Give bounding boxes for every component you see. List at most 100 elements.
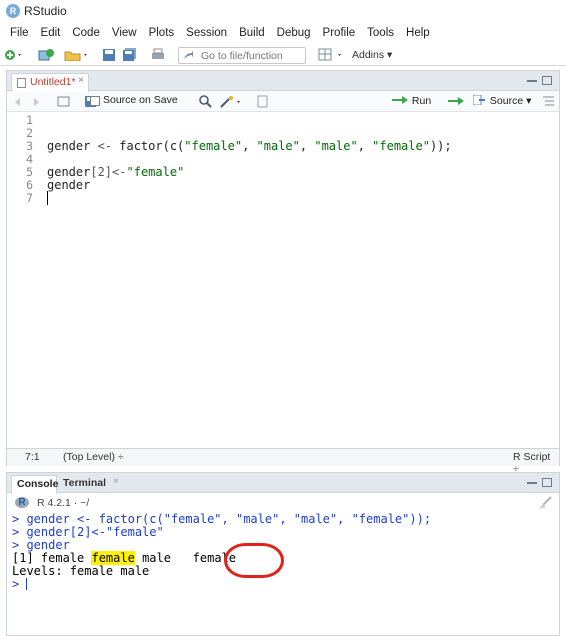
code-token: , [299, 139, 315, 153]
console-output-line: Levels: female male [12, 564, 150, 578]
line-number: 5 [26, 165, 33, 179]
highlighted-text: female [91, 551, 135, 565]
compile-report-icon[interactable] [257, 95, 269, 108]
tab-untitled1[interactable]: Untitled1* × [11, 73, 89, 92]
goto-placeholder: Go to file/function [201, 50, 283, 62]
workspace-panes-icon[interactable] [318, 48, 346, 61]
document-outline-icon[interactable] [543, 96, 555, 109]
line-number: 7 [26, 191, 33, 205]
new-project-icon[interactable] [38, 48, 56, 61]
scope-selector[interactable]: (Top Level) ÷ [63, 451, 124, 463]
console-input-line: > gender [12, 538, 70, 552]
open-file-icon[interactable] [64, 48, 92, 61]
maximize-pane-icon[interactable] [542, 478, 552, 487]
console-tab-bar: Console Terminal × [7, 473, 559, 494]
search-icon[interactable] [199, 95, 213, 108]
editor-status-bar: 7:1 (Top Level) ÷ R Script ÷ [7, 448, 559, 475]
code-string: "male" [314, 139, 358, 153]
source-on-save-label: Source on Save [103, 94, 178, 106]
code-tools-wand-icon[interactable] [219, 95, 245, 108]
checkbox-icon[interactable] [90, 96, 100, 106]
code-token: , [242, 139, 257, 153]
menu-edit[interactable]: Edit [35, 24, 67, 44]
console-info-bar: R R 4.2.1 · ~/ [7, 494, 559, 512]
console-output[interactable]: > gender <- factor(c("female", "male", "… [7, 512, 559, 636]
source-on-save-checkbox[interactable]: Source on Save [90, 94, 178, 106]
menu-help[interactable]: Help [400, 24, 436, 44]
code-token: [2] [90, 165, 113, 179]
console-prompt[interactable]: > [12, 577, 28, 591]
source-arrow-icon [472, 94, 485, 106]
line-number: 4 [26, 152, 33, 166]
code-line-3: gender <- factor(c("female", "male", "ma… [47, 139, 452, 153]
line-number: 3 [26, 139, 33, 153]
main-toolbar: Go to file/function Addins ▾ [0, 44, 566, 66]
console-text: "male", "female")); [286, 512, 432, 526]
r-file-icon [17, 78, 26, 88]
save-all-icon[interactable] [122, 48, 138, 61]
goto-file-input[interactable]: Go to file/function [178, 47, 306, 64]
line-number: 1 [26, 113, 33, 127]
console-text: "male", [235, 512, 287, 526]
console-input-line: > gender[2]<-"female" [12, 525, 164, 539]
maximize-pane-icon[interactable] [542, 76, 552, 85]
menu-code[interactable]: Code [66, 24, 106, 44]
code-string: "male" [256, 139, 300, 153]
code-string: "female" [184, 139, 243, 153]
menu-build[interactable]: Build [233, 24, 271, 44]
code-string: "female" [372, 139, 430, 153]
menu-file[interactable]: File [4, 24, 35, 44]
app-title: RStudio [24, 4, 67, 18]
show-in-window-icon[interactable] [57, 96, 71, 109]
code-token: <- [112, 165, 127, 179]
menu-debug[interactable]: Debug [271, 24, 317, 44]
tab-untitled1-label: Untitled1* [30, 76, 76, 88]
rstudio-logo-icon: R [6, 4, 20, 18]
tab-console[interactable]: Console [11, 475, 58, 494]
new-file-icon[interactable] [4, 48, 24, 61]
console-input-line: > gender <- factor(c("female", "male", "… [12, 512, 431, 526]
addins-button[interactable]: Addins ▾ [352, 49, 392, 61]
print-icon[interactable] [150, 48, 166, 61]
code-line-6: gender [47, 178, 91, 192]
clear-console-broom-icon[interactable] [537, 496, 553, 509]
console-pane: Console Terminal × R R 4.2.1 · ~/ > gend… [6, 472, 560, 636]
menu-bar: File Edit Code View Plots Session Build … [0, 24, 566, 44]
code-token: gender [47, 139, 98, 153]
code-token: gender [47, 165, 91, 179]
source-label: Source [489, 95, 524, 107]
source-editor-pane: Untitled1* × Source on Save Run Source ▾… [6, 70, 560, 475]
source-button[interactable]: Source ▾ [472, 94, 531, 107]
title-bar: R RStudio [0, 0, 566, 22]
code-editor[interactable]: 1 2 3 4 5 6 7 gender <- factor(c("female… [7, 113, 559, 447]
menu-profile[interactable]: Profile [317, 24, 362, 44]
tab-terminal[interactable]: Terminal [63, 477, 106, 489]
prompt-symbol: > [12, 577, 27, 591]
line-number: 6 [26, 178, 33, 192]
code-string: "female" [126, 165, 185, 179]
menu-view[interactable]: View [106, 24, 143, 44]
editor-tab-bar: Untitled1* × [7, 71, 559, 92]
run-label: Run [411, 95, 432, 107]
tab-close-icon[interactable]: × [78, 75, 84, 86]
save-icon[interactable] [102, 48, 116, 61]
menu-plots[interactable]: Plots [143, 24, 181, 44]
menu-session[interactable]: Session [180, 24, 233, 44]
tab-close-icon[interactable]: × [113, 476, 119, 487]
console-text: male female [134, 551, 236, 565]
menu-tools[interactable]: Tools [361, 24, 400, 44]
run-arrow-icon [392, 96, 408, 104]
cursor-position: 7:1 [25, 451, 40, 463]
console-text: > gender <- factor(c("female", [12, 512, 236, 526]
console-output-line: [1] female female male female [12, 551, 236, 565]
minimize-pane-icon[interactable] [527, 481, 537, 484]
text-cursor [47, 191, 48, 205]
minimize-pane-icon[interactable] [527, 79, 537, 82]
run-button[interactable]: Run [391, 95, 431, 107]
back-forward-icon[interactable] [13, 96, 43, 109]
r-version-label: R 4.2.1 · ~/ [37, 497, 90, 509]
editor-toolbar: Source on Save Run Source ▾ [7, 92, 559, 112]
code-token: , [357, 139, 373, 153]
rerun-icon[interactable] [447, 96, 465, 109]
goto-arrow-icon [184, 51, 193, 59]
